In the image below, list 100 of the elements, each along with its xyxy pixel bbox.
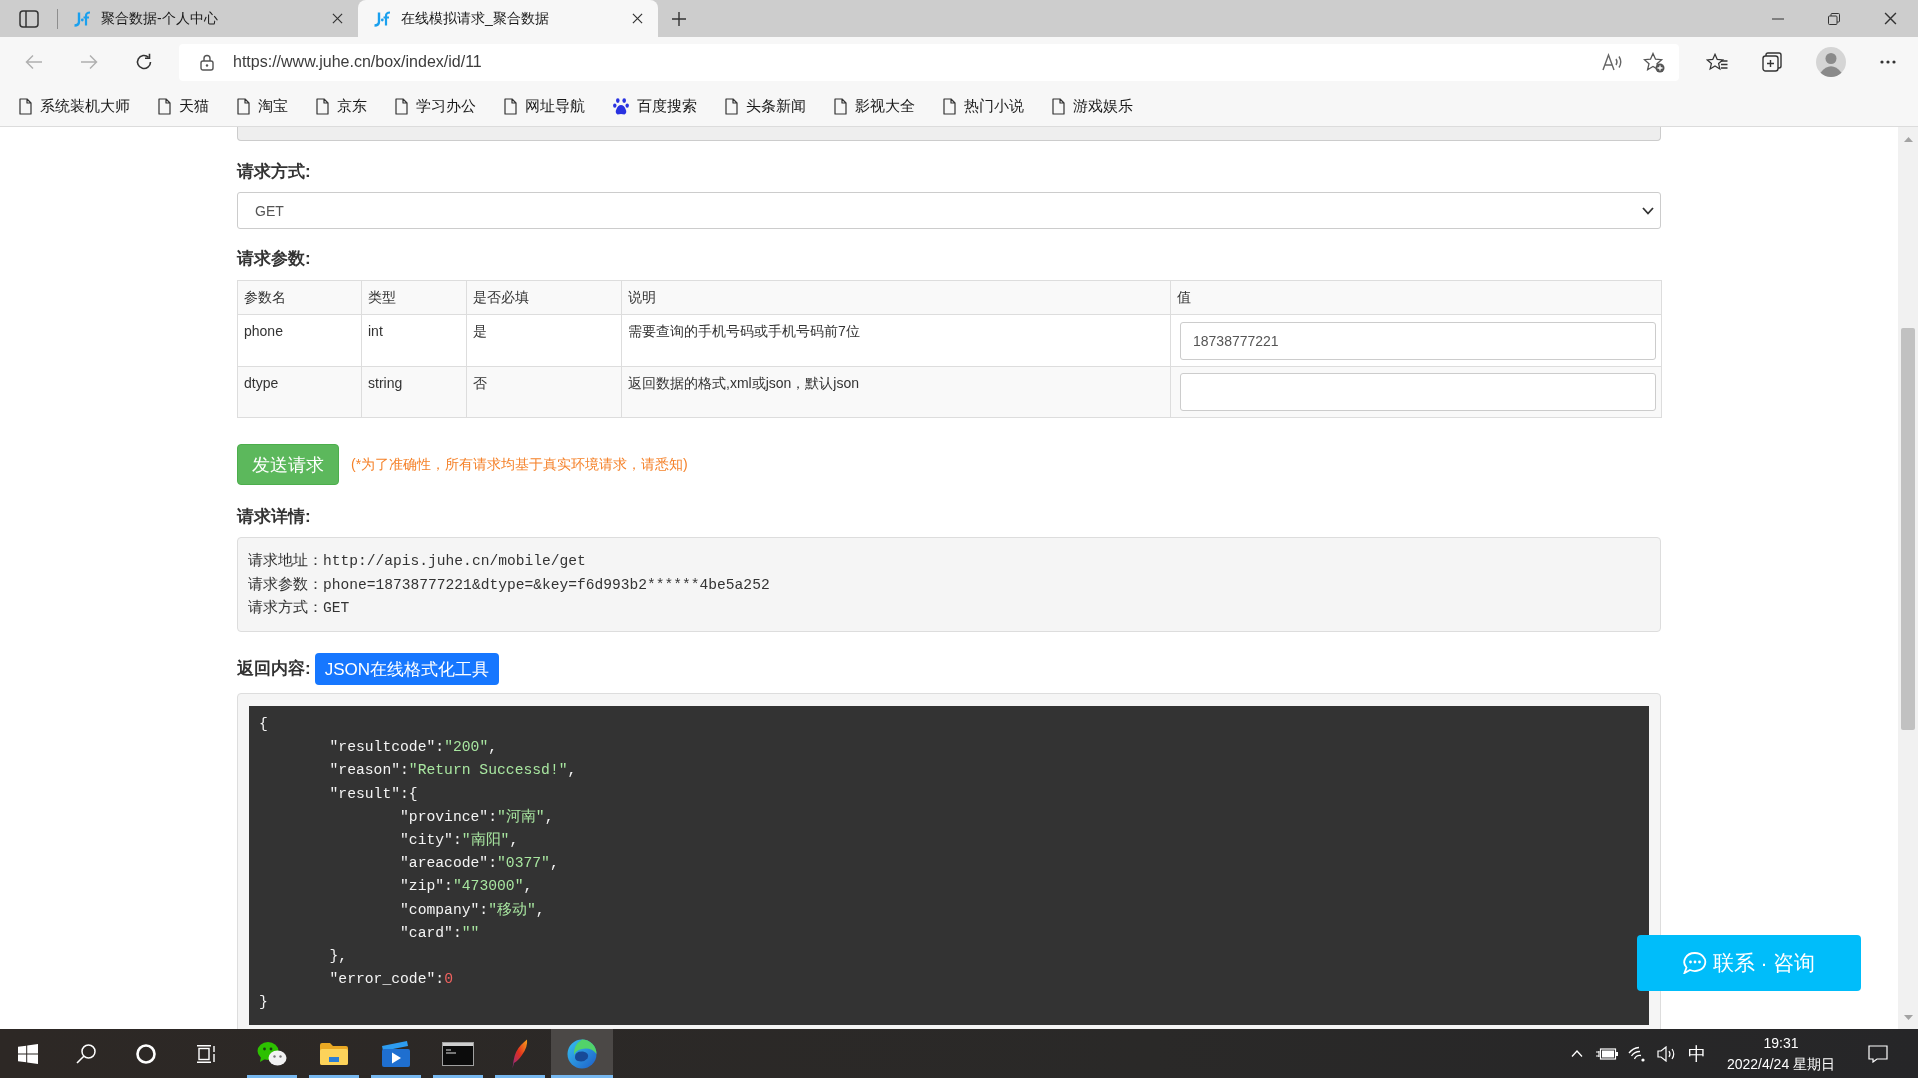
column-header: 是否必填 xyxy=(466,280,622,315)
favorites-icon[interactable] xyxy=(1706,53,1728,71)
detail-line: 请求参数：phone=18738777221&dtype=&key=f6d993b2******4be5a252 xyxy=(248,575,770,595)
refresh-icon[interactable] xyxy=(135,53,153,71)
close-icon[interactable] xyxy=(1883,12,1897,25)
paw-icon xyxy=(613,98,629,115)
detail-line: 请求方式：GET xyxy=(248,598,350,618)
table-cell: 需要查询的手机号码或手机号码前7位 xyxy=(621,314,1171,367)
page-icon xyxy=(1052,98,1065,115)
code-line: "company":"移动", xyxy=(399,900,545,920)
table-cell: string xyxy=(361,366,467,418)
detail-line: 请求地址：http://apis.juhe.cn/mobile/get xyxy=(248,551,586,571)
bookmark-link[interactable]: 头条新闻 xyxy=(725,97,806,116)
page-icon xyxy=(504,98,517,115)
section-label: 请求详情: xyxy=(237,506,311,528)
search-icon[interactable] xyxy=(76,1043,96,1064)
value-field[interactable] xyxy=(1180,373,1656,411)
chevron-down-icon xyxy=(1642,206,1654,215)
bookmark-link[interactable]: 游戏娱乐 xyxy=(1052,97,1133,116)
bookmark-link[interactable]: 天猫 xyxy=(158,97,209,116)
windows-logo-icon[interactable] xyxy=(18,1043,38,1064)
page-icon xyxy=(943,98,956,115)
browser-tab[interactable]: 聚合数据-个人中心 xyxy=(58,0,358,37)
code-line: "error_code":0 xyxy=(328,970,453,990)
address-bar[interactable]: https://www.juhe.cn/box/index/id/11 xyxy=(179,43,1679,81)
page-icon xyxy=(725,98,738,115)
table-cell: phone xyxy=(237,314,362,367)
chevron-up-icon[interactable] xyxy=(1571,1050,1583,1057)
bookmark-link[interactable]: 学习办公 xyxy=(395,97,476,116)
table-cell: dtype xyxy=(237,366,362,418)
wifi-icon[interactable] xyxy=(1628,1045,1646,1062)
site-logo-icon xyxy=(73,10,91,27)
terminal-icon[interactable] xyxy=(442,1041,474,1066)
profile-avatar-icon[interactable] xyxy=(1816,47,1846,77)
scrollbar-thumb[interactable] xyxy=(1901,328,1915,730)
speaker-icon[interactable] xyxy=(1657,1045,1677,1062)
bookmark-link[interactable]: 系统装机大师 xyxy=(19,97,130,116)
read-aloud-icon[interactable] xyxy=(1602,53,1624,71)
bookmark-link[interactable]: 网址导航 xyxy=(504,97,585,116)
browser-tab[interactable]: 在线模拟请求_聚合数据 xyxy=(358,0,658,37)
folder-icon[interactable] xyxy=(319,1041,349,1066)
new-tab-icon[interactable] xyxy=(672,11,686,26)
clock-date[interactable]: 2022/4/24 星期日 xyxy=(1726,1053,1836,1075)
task-view-icon[interactable] xyxy=(196,1044,216,1063)
minimize-icon[interactable] xyxy=(1772,17,1784,20)
site-logo-icon xyxy=(373,10,391,27)
collections-icon[interactable] xyxy=(1762,52,1782,72)
section-label: 返回内容: xyxy=(237,658,311,680)
lock-icon[interactable] xyxy=(200,53,214,71)
code-line: "province":"河南", xyxy=(399,807,554,827)
column-header: 类型 xyxy=(361,280,467,315)
scrollbar[interactable] xyxy=(1898,127,1918,1029)
value-field[interactable]: 18738777221 xyxy=(1180,321,1656,360)
close-icon[interactable] xyxy=(632,13,643,24)
video-player-icon[interactable] xyxy=(381,1039,411,1068)
page-icon xyxy=(19,98,32,115)
code-line: { xyxy=(259,715,268,734)
page-icon xyxy=(158,98,171,115)
chat-bubbles-icon[interactable] xyxy=(257,1040,287,1067)
column-header: 值 xyxy=(1170,280,1662,315)
bookmark-link[interactable]: 热门小说 xyxy=(943,97,1024,116)
code-line: "reason":"Return Successd!", xyxy=(328,761,577,781)
table-cell: 否 xyxy=(466,366,622,418)
code-line: "resultcode":"200", xyxy=(328,738,498,758)
more-icon[interactable] xyxy=(1880,60,1896,64)
circle-icon[interactable] xyxy=(136,1043,156,1064)
page-icon xyxy=(237,98,250,115)
close-icon[interactable] xyxy=(332,13,343,24)
json-format-button[interactable]: JSON在线格式化工具 xyxy=(314,653,499,685)
page-icon xyxy=(834,98,847,115)
restore-icon[interactable] xyxy=(1828,12,1840,25)
bookmark-link[interactable]: 京东 xyxy=(316,97,367,116)
add-favorite-icon[interactable] xyxy=(1643,51,1665,73)
table-cell: 是 xyxy=(466,314,622,367)
code-line: "result":{ xyxy=(328,784,418,804)
input-method-indicator[interactable]: 中 xyxy=(1688,1041,1706,1066)
section-label: 请求方式: xyxy=(237,161,311,183)
page-icon xyxy=(395,98,408,115)
notice-text: (*为了准确性，所有请求均基于真实环境请求，请悉知) xyxy=(351,455,688,474)
method-select[interactable]: GET xyxy=(237,192,1661,229)
url-field[interactable] xyxy=(237,127,1661,141)
browser-swirl-icon[interactable] xyxy=(567,1038,597,1069)
section-label: 请求参数: xyxy=(237,248,311,270)
code-line: "city":"南阳", xyxy=(399,830,519,850)
code-line: } xyxy=(259,993,268,1013)
code-line: }, xyxy=(328,947,348,967)
clock-time[interactable]: 19:31 xyxy=(1763,1032,1799,1054)
page-icon xyxy=(316,98,329,115)
table-cell: int xyxy=(361,314,467,367)
battery-icon[interactable] xyxy=(1596,1047,1618,1060)
column-header: 参数名 xyxy=(237,280,362,315)
column-header: 说明 xyxy=(621,280,1171,315)
tab-actions-icon[interactable] xyxy=(19,9,39,28)
chat-bubble-icon xyxy=(1682,952,1707,974)
code-line: "card":"" xyxy=(399,923,480,943)
notification-icon[interactable] xyxy=(1868,1044,1888,1063)
bookmark-link[interactable]: 影视大全 xyxy=(834,97,915,116)
bookmark-link[interactable]: 百度搜索 xyxy=(613,97,697,116)
bookmark-link[interactable]: 淘宝 xyxy=(237,97,288,116)
code-line: "zip":"473000", xyxy=(399,877,533,897)
